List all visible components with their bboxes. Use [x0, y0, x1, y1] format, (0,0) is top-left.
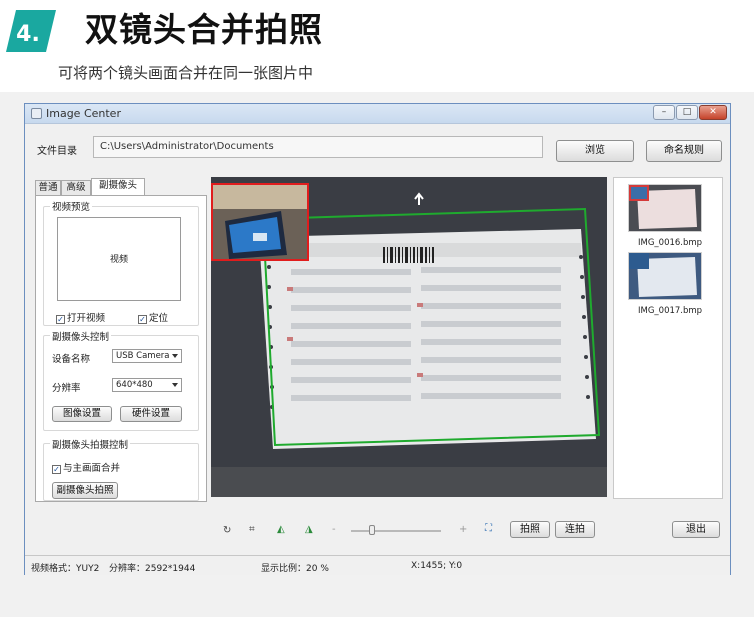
status-resolution: 分辨率：2592*1944	[109, 564, 196, 574]
status-bar: 视频格式：YUY2 分辨率：2592*1944 显示比例：20 % X:1455…	[25, 555, 730, 575]
window-titlebar[interactable]: Image Center – □ ✕	[25, 104, 730, 124]
rotate-left-icon[interactable]: ◭	[277, 524, 285, 535]
file-dir-path[interactable]: C:\Users\Administrator\Documents	[93, 136, 543, 158]
tab-normal[interactable]: 普通	[35, 180, 61, 196]
checkbox-check-icon: ✓	[52, 465, 61, 474]
burst-button[interactable]: 连拍	[555, 521, 595, 538]
capture-control-title: 副摄像头拍摄控制	[50, 437, 131, 451]
resolution-label: 分辨率	[52, 383, 81, 394]
maximize-button[interactable]: □	[676, 105, 698, 120]
camera-view[interactable]	[211, 177, 607, 497]
status-video-format: 视频格式：YUY2	[31, 564, 100, 574]
thumbnail-name: IMG_0016.bmp	[638, 238, 703, 248]
thumbnail-image[interactable]	[628, 252, 702, 300]
step-badge-number: 4.	[16, 22, 40, 47]
sub-camera-capture-button[interactable]: 副摄像头拍照	[52, 482, 118, 499]
close-button[interactable]: ✕	[699, 105, 727, 120]
image-settings-button[interactable]: 图像设置	[52, 406, 112, 422]
minimize-button[interactable]: –	[653, 105, 675, 120]
hardware-settings-button[interactable]: 硬件设置	[120, 406, 182, 422]
thumbnail-preview	[629, 185, 701, 231]
position-label: 定位	[149, 313, 169, 324]
fit-icon[interactable]: ⛶	[485, 523, 492, 534]
video-preview-box: 视频	[57, 217, 181, 301]
device-name-value: USB Camera	[116, 351, 170, 361]
header-banner: 4. 双镜头合并拍照 可将两个镜头画面合并在同一张图片中	[0, 0, 754, 92]
checkbox-check-icon: ✓	[56, 315, 65, 324]
chevron-down-icon	[172, 354, 178, 358]
app-window: Image Center – □ ✕ 文件目录 C:\Users\Adminis…	[24, 103, 731, 575]
resolution-value: 640*480	[116, 380, 153, 390]
browse-button[interactable]: 浏览	[556, 140, 634, 162]
file-dir-label: 文件目录	[37, 146, 77, 157]
video-preview-title: 视频预览	[50, 199, 93, 213]
naming-rule-button[interactable]: 命名规则	[646, 140, 722, 162]
rotate-right-icon[interactable]: ◮	[305, 524, 313, 535]
merge-checkbox[interactable]: ✓ 与主画面合并	[52, 460, 120, 474]
thumbnail-image[interactable]	[628, 184, 702, 232]
camera-scene	[211, 177, 607, 497]
step-badge: 4.	[6, 10, 56, 52]
tab-sub-camera[interactable]: 副摄像头	[91, 178, 145, 196]
camera-control-title: 副摄像头控制	[50, 329, 112, 343]
zoom-in-icon[interactable]: +	[459, 524, 467, 535]
checkbox-check-icon: ✓	[138, 315, 147, 324]
open-video-checkbox[interactable]: ✓ 打开视频	[56, 310, 105, 324]
exit-button[interactable]: 退出	[672, 521, 720, 538]
page-subtitle: 可将两个镜头画面合并在同一张图片中	[58, 64, 314, 82]
thumbnail-list: IMG_0016.bmp IMG_0017.bmp	[613, 177, 723, 499]
capture-button[interactable]: 拍照	[510, 521, 550, 538]
position-checkbox[interactable]: ✓ 定位	[138, 310, 168, 324]
page-title: 双镜头合并拍照	[85, 10, 323, 49]
zoom-slider-track[interactable]	[351, 530, 441, 532]
thumbnail-name: IMG_0017.bmp	[638, 306, 703, 316]
device-name-select[interactable]: USB Camera	[112, 349, 182, 363]
resolution-select[interactable]: 640*480	[112, 378, 182, 392]
chevron-down-icon	[172, 383, 178, 387]
open-video-label: 打开视频	[67, 313, 106, 324]
tab-advanced[interactable]: 高级	[61, 180, 91, 196]
merge-label: 与主画面合并	[63, 463, 121, 474]
crop-icon[interactable]: ⌗	[249, 524, 255, 535]
thumbnail-preview	[629, 253, 701, 299]
device-name-label: 设备名称	[52, 354, 91, 365]
status-display-ratio: 显示比例：20 %	[261, 564, 329, 574]
app-icon	[31, 108, 42, 119]
status-coordinates: X:1455; Y:0	[411, 561, 463, 571]
rotate-icon[interactable]: ↻	[223, 525, 231, 536]
zoom-out-icon[interactable]: -	[332, 524, 336, 535]
window-title: Image Center	[46, 107, 121, 120]
zoom-slider-thumb[interactable]	[369, 525, 375, 535]
